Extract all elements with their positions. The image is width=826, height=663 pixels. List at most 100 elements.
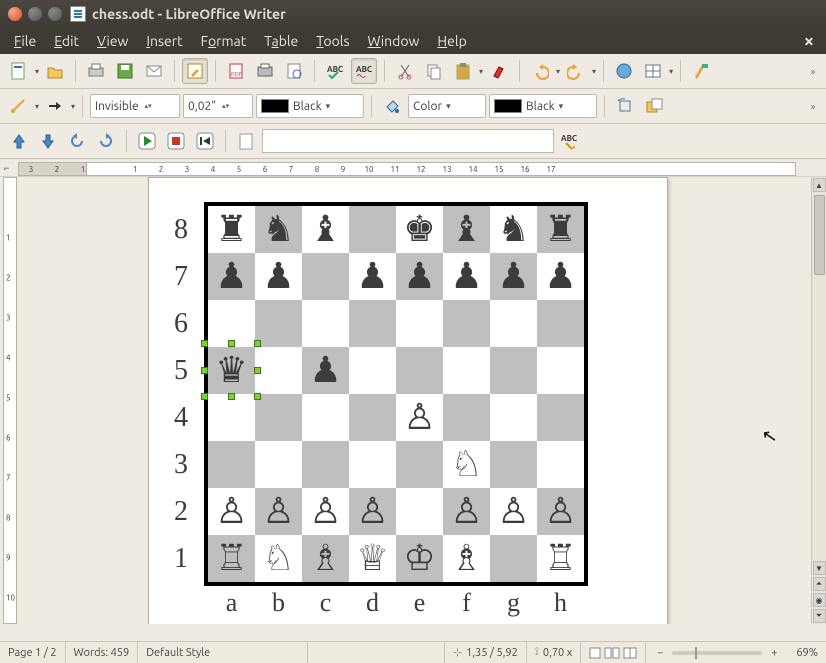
- status-words[interactable]: Words: 459: [66, 642, 139, 663]
- h-ruler-tick: 6: [263, 165, 268, 174]
- prev-page-button[interactable]: ⏶: [813, 577, 826, 591]
- open-button[interactable]: [42, 58, 68, 84]
- fill-bucket-icon[interactable]: [379, 93, 405, 119]
- h-ruler-tick: 8: [315, 165, 320, 174]
- paste-button[interactable]: [450, 58, 476, 84]
- macro-play-button[interactable]: [134, 128, 160, 154]
- chessboard-object[interactable]: 87654321 ♜♞♝♚♝♞♜♟♟♟♟♟♟♟♛♟♙♘♙♙♙♙♙♙♙♖♘♗♕♔♗…: [204, 202, 588, 586]
- zoom-control[interactable]: − +: [646, 642, 788, 663]
- menu-window[interactable]: Window: [360, 31, 428, 51]
- spellcheck-button[interactable]: ABC: [322, 58, 348, 84]
- line-width-combo[interactable]: 0,02" ▴▾: [183, 94, 253, 118]
- window-titlebar: chess.odt - LibreOffice Writer: [0, 0, 826, 28]
- chess-square: [349, 441, 396, 488]
- chess-square: ♙: [208, 488, 255, 535]
- chess-square: [255, 347, 302, 394]
- chess-square: [349, 347, 396, 394]
- save-button[interactable]: [112, 58, 138, 84]
- undo-button[interactable]: [527, 58, 553, 84]
- scroll-down-button[interactable]: ▼: [813, 561, 826, 575]
- window-title: chess.odt - LibreOffice Writer: [92, 6, 286, 22]
- table-button[interactable]: [640, 58, 666, 84]
- arrow-up-button[interactable]: [6, 128, 32, 154]
- chess-square: ♕: [349, 535, 396, 582]
- window-controls: [8, 7, 62, 21]
- document-canvas[interactable]: 87654321 ♜♞♝♚♝♞♜♟♟♟♟♟♟♟♛♟♙♘♙♙♙♙♙♙♙♖♘♗♕♔♗…: [18, 177, 826, 624]
- chess-square: ♔: [396, 535, 443, 582]
- fill-color-combo[interactable]: Black ▾: [489, 94, 597, 118]
- menu-file[interactable]: File: [6, 31, 44, 51]
- redo-button[interactable]: [563, 58, 589, 84]
- bring-to-front-button[interactable]: [641, 93, 667, 119]
- edit-mode-button[interactable]: [182, 58, 208, 84]
- new-doc-button[interactable]: [6, 58, 32, 84]
- status-style[interactable]: Default Style: [138, 642, 308, 663]
- chess-square: ♝: [302, 206, 349, 253]
- status-page[interactable]: Page 1 / 2: [0, 642, 66, 663]
- menu-edit[interactable]: Edit: [46, 31, 87, 51]
- undo-nav-button[interactable]: [64, 128, 90, 154]
- fill-color-value: Black: [526, 100, 555, 113]
- arrow-down-button[interactable]: [35, 128, 61, 154]
- copy-button[interactable]: [421, 58, 447, 84]
- line-style-combo[interactable]: Invisible ▴▾: [90, 94, 180, 118]
- toolbar-overflow-icon[interactable]: »: [806, 66, 820, 77]
- find-replace-icon[interactable]: ABC: [557, 128, 583, 154]
- v-ruler-tick: 6: [6, 434, 11, 443]
- show-draw-functions-button[interactable]: [688, 58, 714, 84]
- window-minimize-button[interactable]: [28, 7, 42, 21]
- statusbar: Page 1 / 2 Words: 459 Default Style ⊹1,3…: [0, 641, 826, 663]
- macro-rewind-button[interactable]: [192, 128, 218, 154]
- fill-mode-combo[interactable]: Color ▾: [408, 94, 486, 118]
- toolbar2-overflow-icon[interactable]: »: [806, 101, 820, 112]
- cut-button[interactable]: [392, 58, 418, 84]
- chess-square: [349, 300, 396, 347]
- print-button[interactable]: [83, 58, 109, 84]
- line-color-combo[interactable]: Black ▾: [256, 94, 364, 118]
- menu-tools[interactable]: Tools: [308, 31, 357, 51]
- scroll-thumb[interactable]: [814, 195, 825, 275]
- redo-nav-button[interactable]: [93, 128, 119, 154]
- chess-square: ♙: [396, 394, 443, 441]
- zoom-slider[interactable]: [672, 651, 762, 655]
- window-close-button[interactable]: [8, 7, 22, 21]
- h-ruler-tick: 3: [29, 165, 34, 174]
- export-pdf-button[interactable]: PDF: [223, 58, 249, 84]
- find-input[interactable]: [262, 129, 554, 153]
- h-ruler-tick: 2: [55, 165, 60, 174]
- menu-insert[interactable]: Insert: [138, 31, 190, 51]
- v-ruler-tick: 9: [6, 554, 11, 563]
- window-maximize-button[interactable]: [48, 7, 62, 21]
- vertical-scrollbar[interactable]: ▲ ▼ ⏶ ◉ ⏷: [811, 177, 826, 624]
- next-page-button[interactable]: ⏷: [813, 609, 826, 623]
- menu-format[interactable]: Format: [193, 31, 255, 51]
- auto-spellcheck-button[interactable]: ABC: [351, 58, 377, 84]
- v-ruler-tick: 1: [6, 234, 11, 243]
- nav-circle-button[interactable]: ◉: [813, 593, 826, 607]
- svg-text:ABC: ABC: [561, 134, 577, 143]
- h-ruler-tick: 14: [468, 165, 477, 174]
- document-close-button[interactable]: ×: [798, 29, 820, 53]
- hyperlink-button[interactable]: [611, 58, 637, 84]
- scroll-up-button[interactable]: ▲: [813, 178, 826, 192]
- chess-square: [396, 347, 443, 394]
- vertical-ruler[interactable]: 12345678910: [3, 177, 17, 624]
- svg-text:ABC: ABC: [327, 65, 343, 74]
- zoom-percent[interactable]: 69%: [788, 642, 826, 663]
- view-layout-buttons[interactable]: [581, 642, 646, 663]
- chess-square: ♛: [208, 347, 255, 394]
- new-page-button[interactable]: [233, 128, 259, 154]
- page-preview-button[interactable]: [281, 58, 307, 84]
- menu-help[interactable]: Help: [429, 31, 474, 51]
- horizontal-ruler[interactable]: 3211234567891011121314151617: [18, 159, 826, 176]
- format-paintbrush-button[interactable]: [486, 58, 512, 84]
- arrow-style-button[interactable]: [42, 93, 68, 119]
- macro-stop-button[interactable]: [163, 128, 189, 154]
- menu-view[interactable]: View: [89, 31, 136, 51]
- print-preview-button[interactable]: [252, 58, 278, 84]
- rotate-button[interactable]: [612, 93, 638, 119]
- line-endings-button[interactable]: [6, 93, 32, 119]
- menu-table[interactable]: Table: [256, 31, 306, 51]
- chess-square: [208, 394, 255, 441]
- email-button[interactable]: [141, 58, 167, 84]
